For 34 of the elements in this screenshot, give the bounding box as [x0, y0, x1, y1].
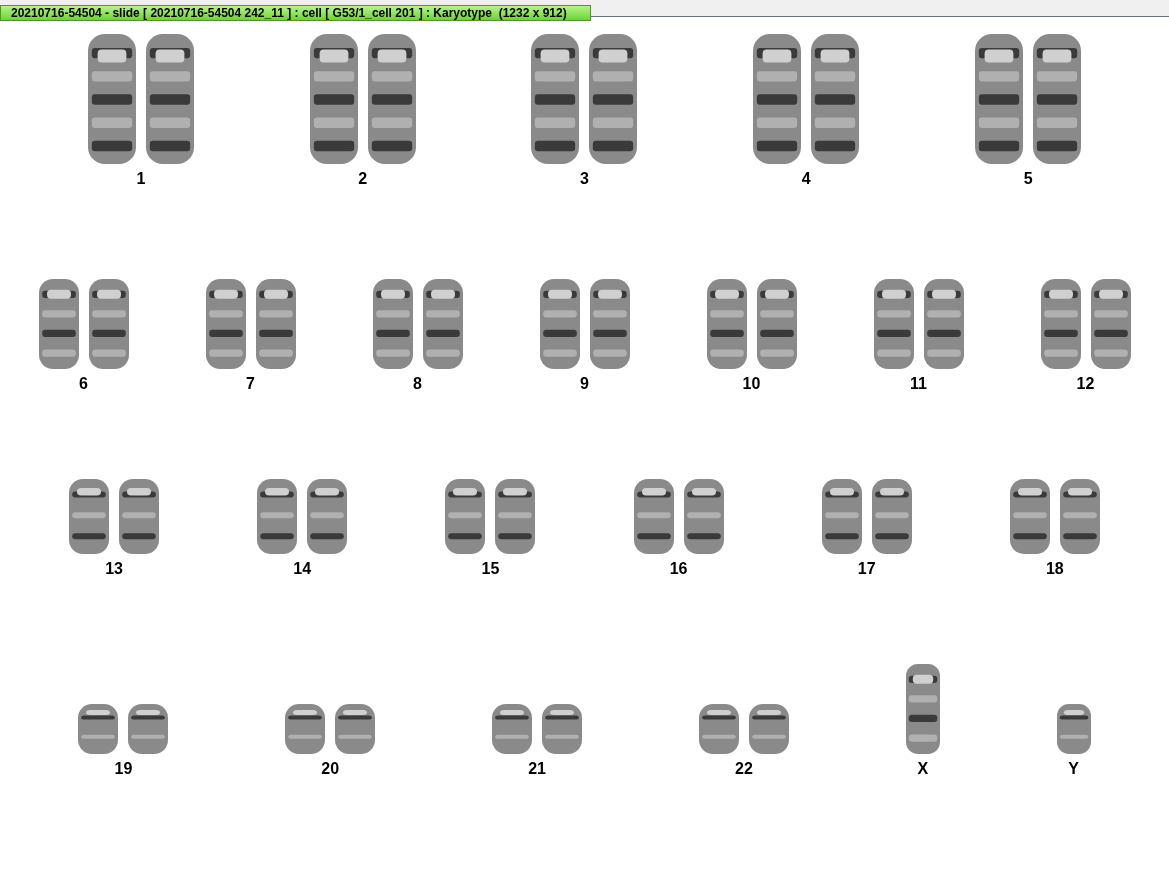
chromosome-label: X: [917, 760, 929, 778]
chromosome-label: 9: [580, 375, 589, 393]
chromosome-label: 13: [105, 560, 123, 578]
chromosome-image: [698, 704, 739, 754]
chromosome-label: 19: [114, 760, 133, 778]
chromosome-image: [748, 704, 789, 754]
chromosome-label: 17: [857, 560, 876, 578]
chromosome-label: 18: [1045, 560, 1064, 578]
chromosome-label: 8: [413, 375, 422, 393]
chromosome-image: [78, 704, 119, 754]
chromosome-label: Y: [1068, 760, 1079, 778]
window-title: 20210716-54504 - slide [ 20210716-54504 242_11 ] : cell [ G53/1_cell 201 ] : Karyotype (1232 x 912): [0, 5, 591, 21]
chromosome-label: 1: [136, 170, 146, 188]
chromosome-label: 11: [910, 375, 927, 393]
chromosome-label: 21: [528, 760, 546, 778]
chromosome-image: [335, 704, 376, 754]
chromosome-label: 22: [735, 760, 753, 778]
chromosome-label: 7: [246, 375, 255, 393]
chromosome-label: 3: [580, 170, 589, 188]
chromosome-label: 5: [1023, 170, 1033, 188]
chromosome-label: 16: [669, 560, 688, 578]
chromosome-label: 2: [358, 170, 368, 188]
chromosome-label: 14: [293, 560, 312, 578]
chromosome-label: 6: [79, 375, 88, 393]
chromosome-image: [285, 704, 326, 754]
chromosome-image: [1056, 704, 1091, 754]
chromosome-label: 10: [742, 375, 761, 393]
chromosome-image: [128, 704, 169, 754]
chromosome-label: 20: [321, 760, 340, 778]
chromosome-image: [542, 704, 583, 754]
chromosome-label: 15: [481, 560, 500, 578]
chromosome-image: [492, 704, 533, 754]
chromosome-label: 12: [1076, 375, 1095, 393]
chromosome-label: 4: [801, 170, 811, 188]
